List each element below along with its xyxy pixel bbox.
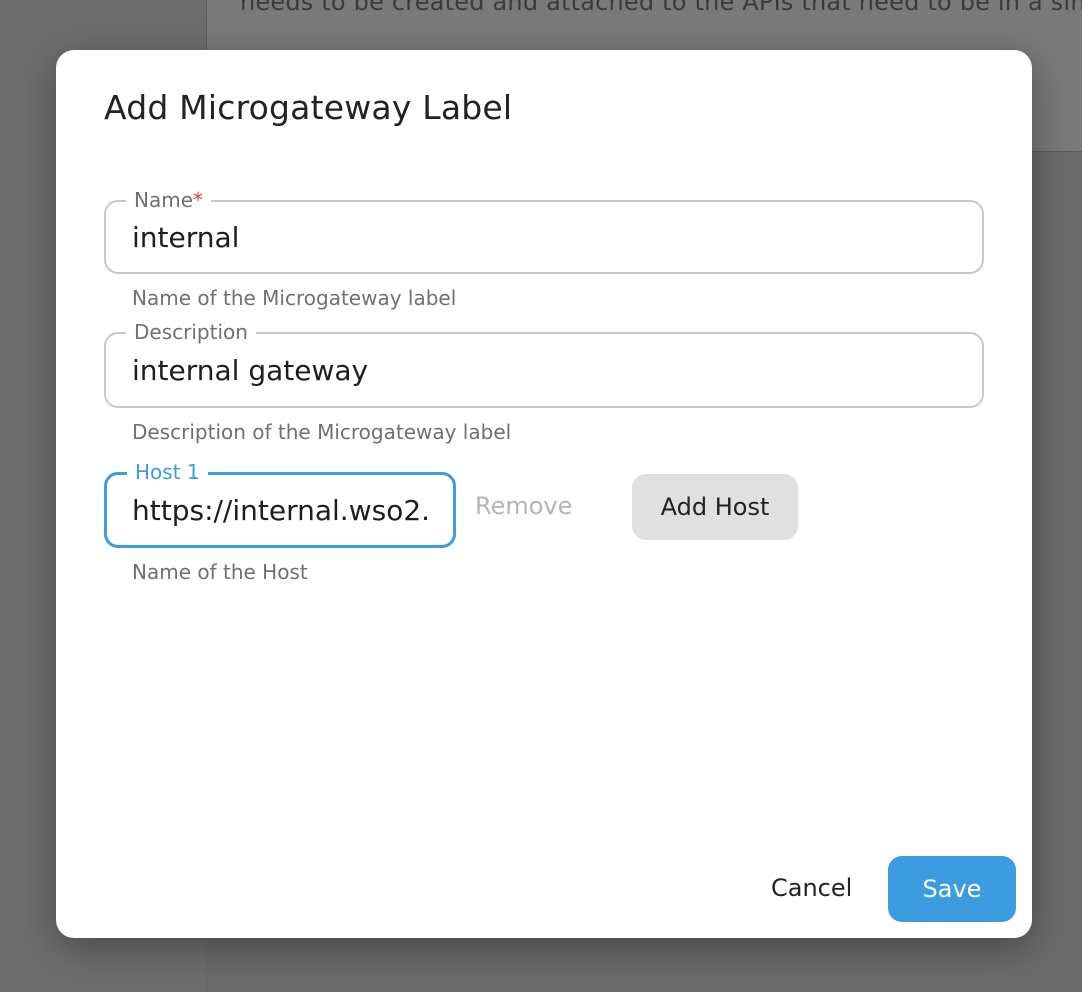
name-field[interactable]: Name* internal (104, 186, 984, 274)
description-field[interactable]: Description internal gateway (104, 318, 984, 408)
description-helper-text: Description of the Microgateway label (132, 420, 512, 444)
save-button[interactable]: Save (888, 856, 1016, 922)
host-input[interactable]: https://internal.wso2.co (132, 475, 429, 545)
add-microgateway-label-dialog: Add Microgateway Label Name* internal Na… (56, 50, 1032, 938)
cancel-button[interactable]: Cancel (771, 874, 852, 902)
host-helper-text: Name of the Host (132, 560, 308, 584)
dialog-title: Add Microgateway Label (104, 88, 513, 127)
host-field[interactable]: Host 1 https://internal.wso2.co (104, 458, 456, 548)
background-description-text: needs to be created and attached to the … (240, 0, 1082, 16)
name-helper-text: Name of the Microgateway label (132, 286, 457, 310)
description-input[interactable]: internal gateway (132, 334, 968, 406)
add-host-button[interactable]: Add Host (632, 474, 798, 540)
remove-host-button[interactable]: Remove (475, 492, 572, 520)
name-input[interactable]: internal (132, 202, 968, 272)
